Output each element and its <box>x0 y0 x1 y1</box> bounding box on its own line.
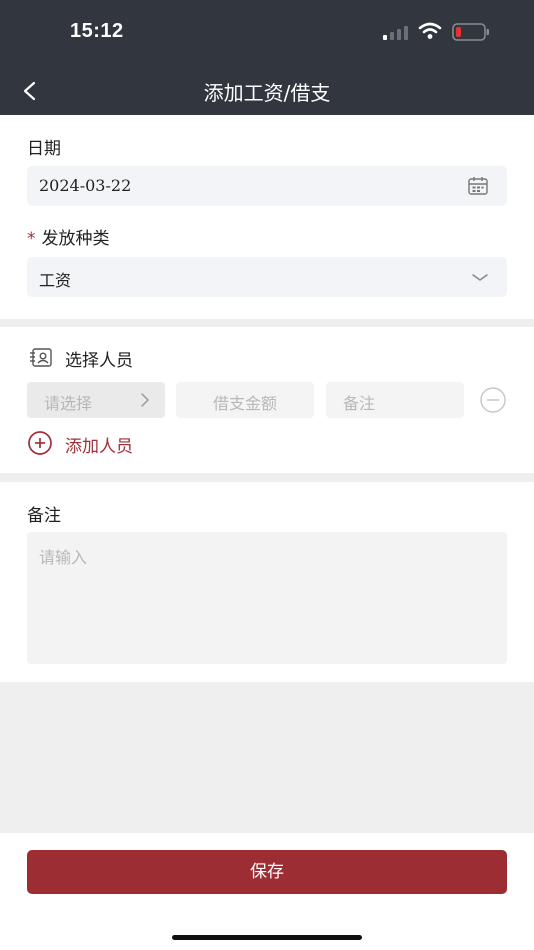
remarks-textarea[interactable]: 请输入 <box>27 532 507 664</box>
basic-info-section: 日期 2024-03-22 * 发放种类 工资 <box>0 115 534 319</box>
date-field[interactable]: 2024-03-22 <box>27 166 507 206</box>
bottom-bar: 保存 <box>0 833 534 950</box>
status-time: 15:12 <box>70 20 124 42</box>
chevron-right-icon <box>141 393 149 407</box>
wifi-icon <box>418 22 442 39</box>
chevron-down-icon <box>472 274 488 281</box>
amount-input[interactable]: 借支金额 <box>176 382 314 418</box>
date-label: 日期 <box>27 139 61 159</box>
page-title: 添加工资/借支 <box>203 81 331 105</box>
personnel-title: 选择人员 <box>65 351 133 371</box>
payout-type-label-text: 发放种类 <box>41 229 110 249</box>
minus-circle-icon[interactable] <box>479 386 507 414</box>
date-value: 2024-03-22 <box>39 176 132 195</box>
person-note-placeholder: 备注 <box>343 394 376 413</box>
contact-card-icon <box>30 348 52 367</box>
payout-type-label: * 发放种类 <box>27 224 110 249</box>
home-indicator <box>172 935 362 940</box>
add-person-label: 添加人员 <box>65 437 133 457</box>
select-person-button[interactable]: 请选择 <box>27 382 165 418</box>
person-note-input[interactable]: 备注 <box>326 382 464 418</box>
remarks-label: 备注 <box>27 506 61 526</box>
calendar-icon[interactable] <box>467 176 489 196</box>
add-person-button[interactable]: 添加人员 <box>27 430 167 457</box>
select-person-placeholder: 请选择 <box>44 394 93 413</box>
battery-icon <box>452 23 489 41</box>
cellular-signal-icon <box>383 26 411 40</box>
save-button[interactable]: 保存 <box>27 850 507 894</box>
remarks-placeholder: 请输入 <box>39 548 88 567</box>
plus-circle-icon <box>28 431 52 455</box>
payout-type-value: 工资 <box>39 271 72 290</box>
required-mark: * <box>27 229 36 249</box>
amount-placeholder: 借支金额 <box>212 394 277 413</box>
payout-type-select[interactable]: 工资 <box>27 257 507 297</box>
app-header: 15:12 添加工资/借支 <box>0 0 534 115</box>
